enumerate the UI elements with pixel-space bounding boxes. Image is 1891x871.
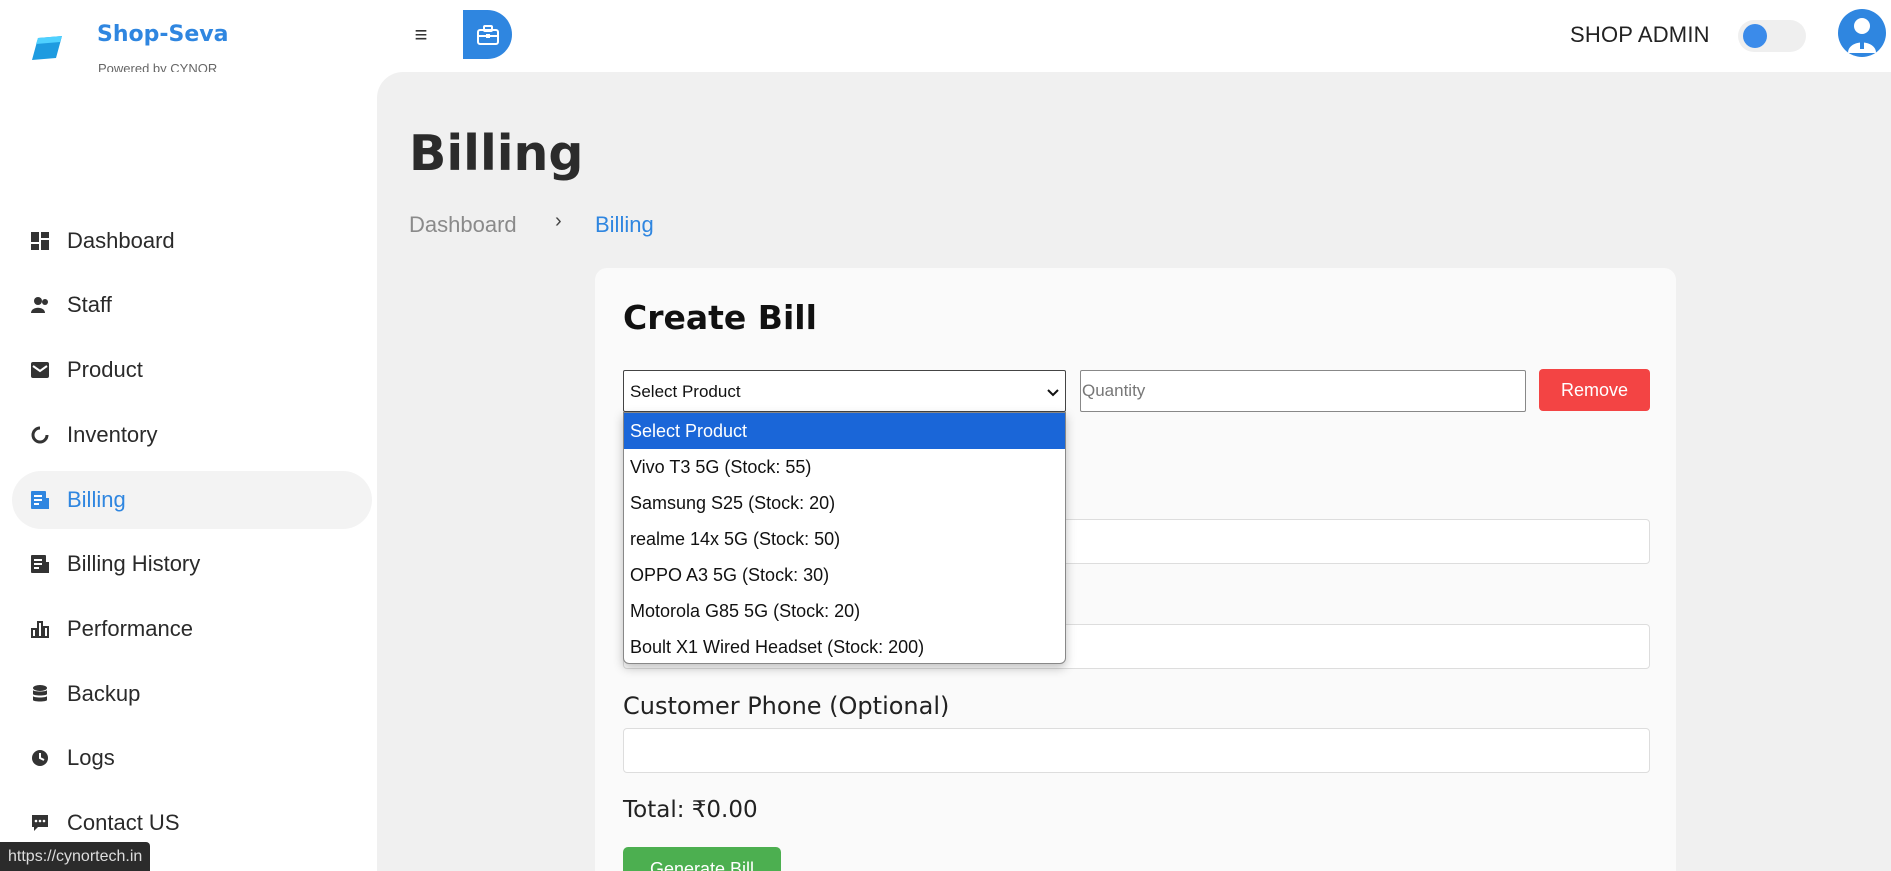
sidebar-item-label: Inventory [67, 422, 158, 447]
dropdown-option[interactable]: realme 14x 5G (Stock: 50) [624, 521, 1065, 557]
sidebar-item-label: Performance [67, 616, 193, 641]
sidebar-item-label: Backup [67, 681, 141, 706]
theme-toggle[interactable] [1738, 20, 1806, 52]
card-title: Create Bill [623, 298, 817, 337]
sidebar-item-label: Dashboard [67, 228, 175, 253]
sidebar-item-logs[interactable]: Logs [12, 729, 372, 787]
breadcrumb-chevron-icon: › [555, 210, 562, 232]
remove-button[interactable]: Remove [1539, 369, 1650, 411]
dropdown-option[interactable]: Boult X1 Wired Headset (Stock: 200) [624, 629, 1065, 663]
logs-icon [32, 750, 48, 766]
performance-icon [31, 621, 49, 638]
sidebar-item-label: Contact US [67, 810, 180, 835]
dropdown-option[interactable]: OPPO A3 5G (Stock: 30) [624, 557, 1065, 593]
sidebar-item-staff[interactable]: Staff [12, 276, 372, 334]
top-bar: Shop-Seva Powered by CYNOR ≡ SHOP ADMIN [0, 0, 1891, 76]
contact-icon [32, 815, 48, 831]
sidebar-item-label: Logs [67, 745, 115, 770]
sidebar-item-label: Staff [67, 292, 112, 317]
product-select[interactable]: Select Product [623, 370, 1066, 412]
billing-history-icon [31, 555, 49, 573]
dropdown-option[interactable]: Select Product [624, 413, 1065, 449]
sidebar-item-product[interactable]: Product [12, 341, 372, 399]
admin-label: SHOP ADMIN [1570, 22, 1710, 47]
sidebar-item-backup[interactable]: Backup [12, 665, 372, 723]
user-avatar-icon[interactable] [1838, 9, 1886, 57]
dropdown-option[interactable]: Vivo T3 5G (Stock: 55) [624, 449, 1065, 485]
customer-phone-label: Customer Phone (Optional) [623, 692, 950, 720]
briefcase-icon[interactable] [463, 10, 512, 59]
sidebar: Dashboard Staff Product Inventory Billin… [0, 72, 377, 871]
toggle-knob [1743, 24, 1767, 48]
app-logo-icon [30, 32, 64, 62]
dropdown-option[interactable]: Motorola G85 5G (Stock: 20) [624, 593, 1065, 629]
product-icon [31, 362, 49, 378]
sidebar-item-billing-history[interactable]: Billing History [12, 535, 372, 593]
brand-name[interactable]: Shop-Seva [97, 22, 228, 47]
sidebar-item-label: Product [67, 357, 143, 382]
sidebar-item-inventory[interactable]: Inventory [12, 406, 372, 464]
dropdown-option[interactable]: Samsung S25 (Stock: 20) [624, 485, 1065, 521]
sidebar-item-label: Billing History [67, 551, 201, 576]
total-amount: Total: ₹0.00 [623, 797, 758, 823]
sidebar-item-label: Billing [67, 487, 126, 512]
dashboard-icon [31, 232, 49, 250]
page-title: Billing [409, 125, 584, 182]
menu-icon[interactable]: ≡ [405, 22, 437, 48]
product-select-value: Select Product [630, 382, 741, 401]
breadcrumb-current: Billing [595, 212, 654, 237]
chevron-down-icon [1047, 384, 1059, 400]
breadcrumb-dashboard[interactable]: Dashboard [409, 212, 517, 238]
sidebar-item-billing[interactable]: Billing [12, 471, 372, 529]
sidebar-item-dashboard[interactable]: Dashboard [12, 212, 372, 270]
customer-phone-field[interactable] [623, 728, 1650, 773]
quantity-input[interactable] [1080, 370, 1526, 412]
inventory-icon [31, 425, 50, 444]
product-dropdown-list[interactable]: Select Product Vivo T3 5G (Stock: 55) Sa… [623, 412, 1066, 664]
staff-icon [31, 297, 48, 313]
backup-icon [33, 685, 47, 702]
sidebar-item-performance[interactable]: Performance [12, 600, 372, 658]
status-bar-url: https://cynortech.in [0, 842, 151, 871]
billing-icon [31, 491, 49, 509]
generate-bill-button[interactable]: Generate Bill [623, 847, 781, 871]
